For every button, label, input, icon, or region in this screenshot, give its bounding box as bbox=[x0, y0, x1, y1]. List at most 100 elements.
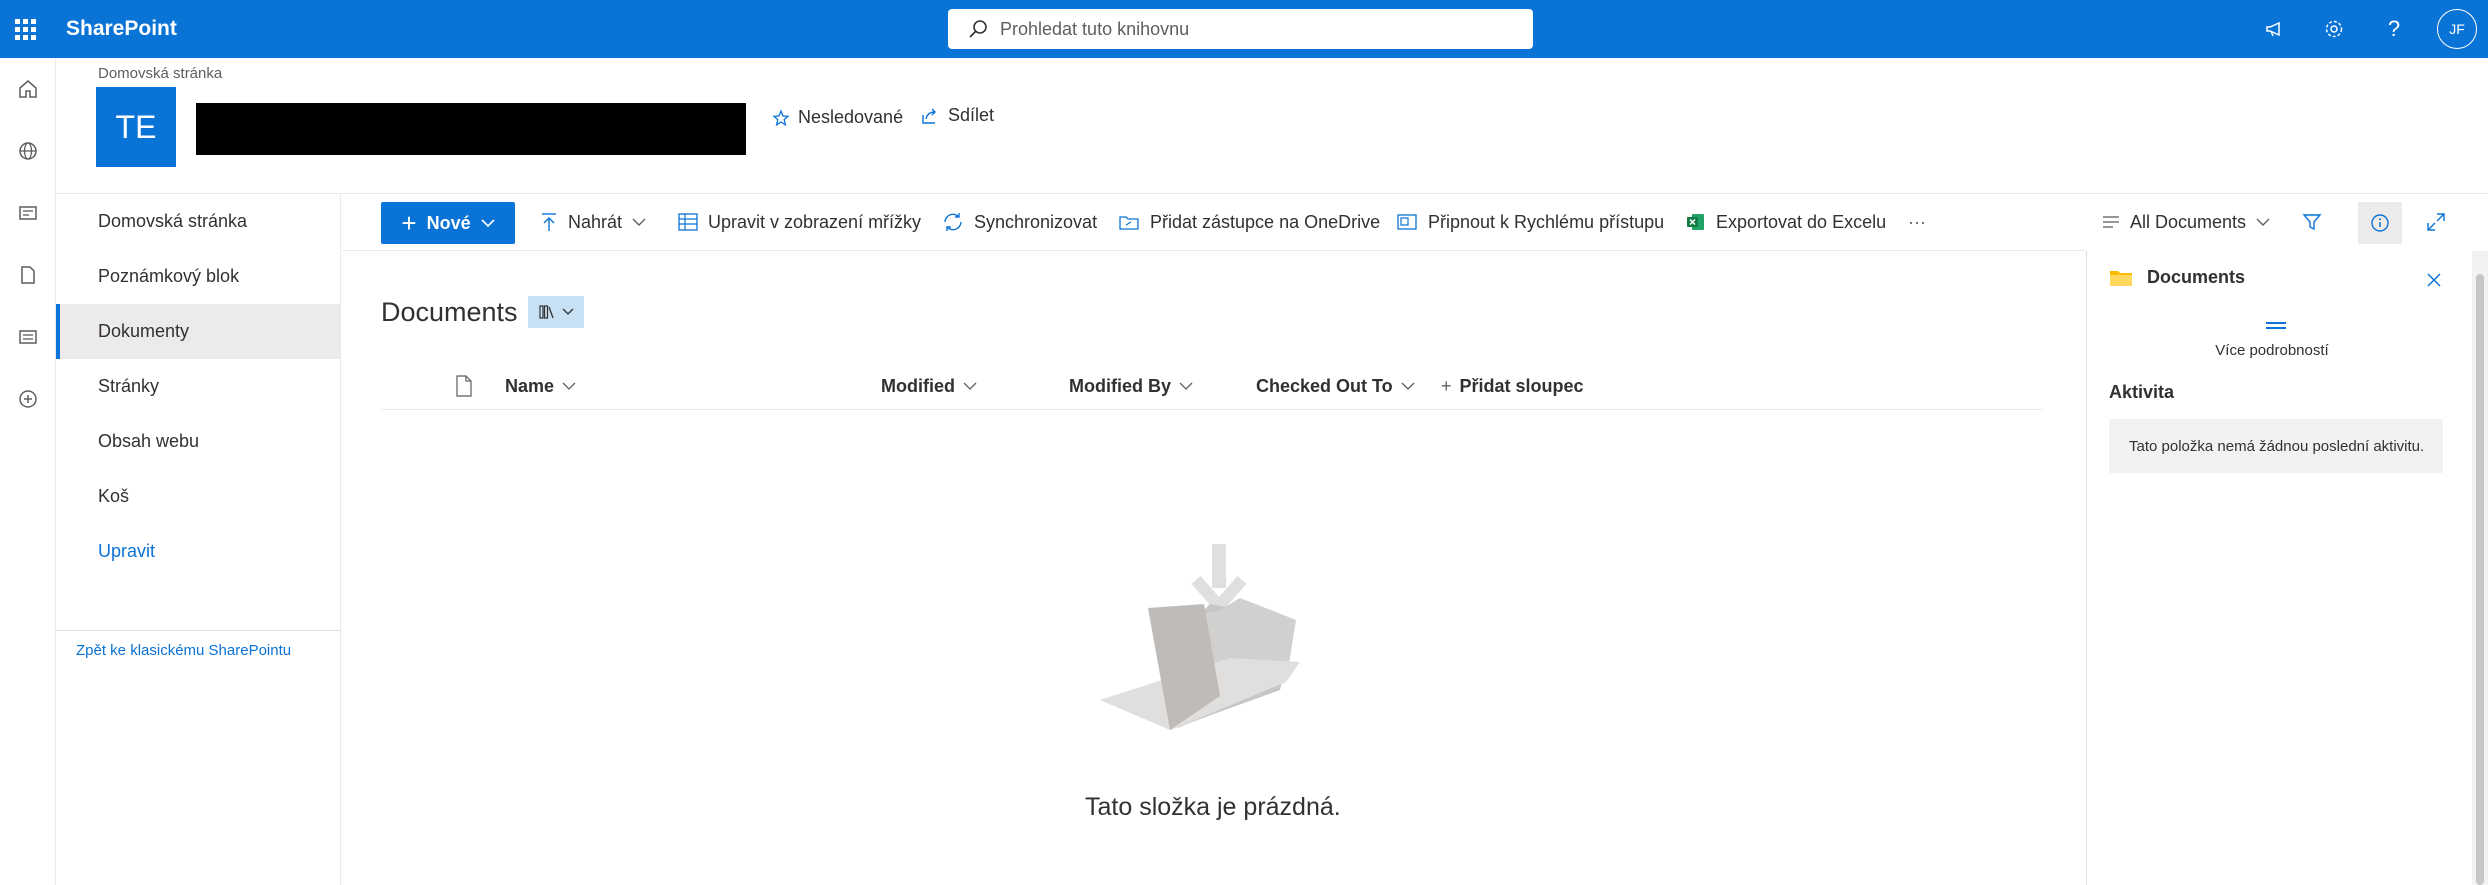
column-header-row: Name Modified Modified By Checked Out To… bbox=[381, 362, 2043, 410]
upload-icon bbox=[542, 213, 556, 231]
news-icon[interactable] bbox=[0, 191, 56, 235]
library-view-switch[interactable] bbox=[527, 296, 584, 328]
add-column-button[interactable]: + Přidat sloupec bbox=[1441, 362, 1584, 410]
upload-button[interactable]: Nahrát bbox=[540, 194, 646, 250]
left-navigation: Domovská stránka Poznámkový blok Dokumen… bbox=[56, 194, 341, 885]
sync-button[interactable]: Synchronizovat bbox=[942, 194, 1097, 250]
details-pane-toggle[interactable] bbox=[2358, 202, 2402, 244]
chevron-down-icon bbox=[562, 382, 576, 390]
home-icon[interactable] bbox=[0, 67, 56, 111]
column-name-label: Name bbox=[505, 375, 555, 396]
nav-item-site-contents[interactable]: Obsah webu bbox=[56, 414, 340, 469]
share-button[interactable]: Sdílet bbox=[920, 105, 994, 126]
info-icon bbox=[2371, 214, 2389, 232]
grid-edit-label: Upravit v zobrazení mřížky bbox=[708, 211, 922, 232]
suite-bar: SharePoint Prohledat tuto knihovnu ? JF bbox=[0, 0, 2488, 58]
activity-heading: Aktivita bbox=[2109, 382, 2175, 402]
folder-icon bbox=[2110, 270, 2132, 286]
pin-icon bbox=[1397, 214, 1417, 230]
waffle-icon bbox=[14, 18, 36, 40]
chevron-down-icon bbox=[963, 382, 977, 390]
classic-sharepoint-link[interactable]: Zpět ke klasickému SharePointu bbox=[76, 642, 291, 659]
app-bar bbox=[0, 58, 56, 885]
app-launcher-button[interactable] bbox=[0, 0, 50, 58]
grid-edit-button[interactable]: Upravit v zobrazení mřížky bbox=[678, 194, 921, 250]
nav-item-recycle-bin[interactable]: Koš bbox=[56, 469, 340, 524]
library-title: Documents bbox=[381, 296, 518, 327]
chevron-down-icon bbox=[562, 308, 574, 315]
search-box[interactable]: Prohledat tuto knihovnu bbox=[948, 9, 1533, 49]
star-icon bbox=[772, 108, 790, 126]
brand-name[interactable]: SharePoint bbox=[66, 0, 177, 58]
excel-icon bbox=[1687, 214, 1704, 230]
lists-icon[interactable] bbox=[0, 315, 56, 359]
onedrive-label: Přidat zástupce na OneDrive bbox=[1150, 211, 1381, 232]
pane-scrollbar-thumb[interactable] bbox=[2476, 274, 2484, 885]
details-pane: Documents Více podrobností Aktivita Tato… bbox=[2086, 251, 2488, 885]
share-icon bbox=[922, 108, 936, 124]
empty-folder-illustration bbox=[1100, 540, 1300, 735]
view-selector[interactable]: All Documents bbox=[2102, 194, 2270, 250]
plus-icon: + bbox=[1441, 375, 1452, 396]
upload-label: Nahrát bbox=[568, 211, 623, 232]
user-avatar[interactable]: JF bbox=[2437, 9, 2477, 49]
export-label: Exportovat do Excelu bbox=[1716, 211, 1887, 232]
file-type-header[interactable] bbox=[455, 362, 473, 410]
command-bar: Nahrát Upravit v zobrazení mřížky Synchr… bbox=[342, 194, 2488, 250]
nav-item-notebook[interactable]: Poznámkový blok bbox=[56, 249, 340, 304]
more-details-link[interactable]: Více podrobností bbox=[2087, 342, 2457, 359]
create-icon[interactable] bbox=[0, 377, 56, 421]
nav-edit-link[interactable]: Upravit bbox=[56, 524, 340, 579]
more-details-handle-icon[interactable] bbox=[2266, 322, 2286, 324]
pin-quick-access-button[interactable]: Připnout k Rychlému přístupu bbox=[1396, 194, 1664, 250]
nav-item-pages[interactable]: Stránky bbox=[56, 359, 340, 414]
megaphone-icon[interactable] bbox=[2246, 0, 2304, 58]
pin-label: Připnout k Rychlému přístupu bbox=[1428, 211, 1665, 232]
share-label: Sdílet bbox=[948, 105, 995, 125]
help-icon[interactable]: ? bbox=[2365, 0, 2423, 58]
export-excel-button[interactable]: Exportovat do Excelu bbox=[1686, 194, 1886, 250]
column-modified[interactable]: Modified bbox=[881, 362, 977, 410]
site-title-redacted bbox=[196, 103, 746, 155]
chevron-down-icon bbox=[632, 218, 646, 226]
expand-icon bbox=[2427, 213, 2445, 231]
fullscreen-button[interactable] bbox=[2426, 194, 2446, 250]
add-column-label: Přidat sloupec bbox=[1459, 375, 1584, 396]
nav-divider bbox=[56, 630, 340, 631]
column-modified-label: Modified bbox=[881, 375, 955, 396]
nav-item-documents[interactable]: Dokumenty bbox=[56, 304, 340, 359]
column-name[interactable]: Name bbox=[505, 362, 576, 410]
command-bar-divider bbox=[342, 250, 2086, 251]
column-modified-by[interactable]: Modified By bbox=[1069, 362, 1193, 410]
library-icon bbox=[538, 305, 554, 319]
view-label: All Documents bbox=[2130, 211, 2247, 232]
onedrive-shortcut-icon bbox=[1119, 216, 1139, 230]
chevron-down-icon bbox=[1401, 382, 1415, 390]
search-input[interactable]: Prohledat tuto knihovnu bbox=[1000, 19, 1189, 40]
filter-button[interactable] bbox=[2302, 194, 2322, 250]
empty-state-message: Tato složka je prázdná. bbox=[1085, 793, 1341, 821]
view-list-icon bbox=[2103, 216, 2119, 228]
details-pane-header: Documents bbox=[2109, 267, 2245, 288]
more-commands-button[interactable]: ··· bbox=[1908, 194, 1926, 250]
library-title-row: Documents bbox=[381, 296, 584, 328]
column-modified-by-label: Modified By bbox=[1069, 375, 1171, 396]
globe-icon[interactable] bbox=[0, 129, 56, 173]
column-checked-out-to[interactable]: Checked Out To bbox=[1256, 362, 1415, 410]
sync-icon bbox=[944, 213, 962, 231]
follow-label: Nesledované bbox=[798, 107, 904, 127]
column-checked-out-label: Checked Out To bbox=[1256, 375, 1393, 396]
follow-button[interactable]: Nesledované bbox=[772, 107, 903, 128]
site-logo[interactable]: TE bbox=[96, 87, 176, 167]
nav-item-home[interactable]: Domovská stránka bbox=[56, 194, 340, 249]
file-icon[interactable] bbox=[0, 253, 56, 297]
activity-empty-message: Tato položka nemá žádnou poslední aktivi… bbox=[2109, 419, 2443, 473]
gear-icon[interactable] bbox=[2305, 0, 2363, 58]
chevron-down-icon bbox=[2256, 218, 2270, 226]
details-pane-title: Documents bbox=[2147, 267, 2246, 287]
close-icon bbox=[2427, 273, 2441, 287]
sync-label: Synchronizovat bbox=[974, 211, 1098, 232]
close-pane-button[interactable] bbox=[2419, 265, 2449, 295]
add-onedrive-shortcut-button[interactable]: Přidat zástupce na OneDrive bbox=[1118, 194, 1380, 250]
breadcrumb[interactable]: Domovská stránka bbox=[98, 65, 222, 82]
